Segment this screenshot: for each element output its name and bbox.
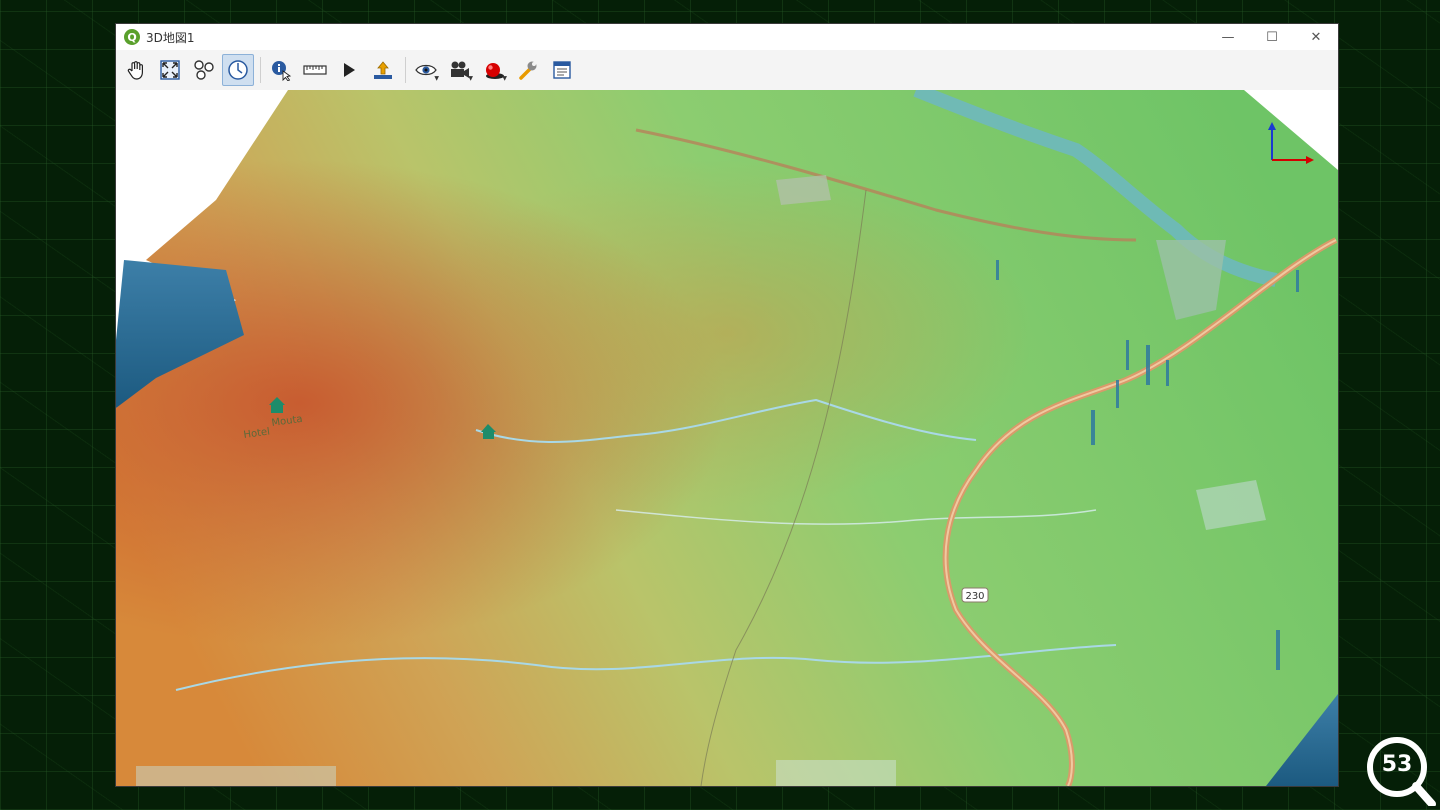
animation-button[interactable] xyxy=(333,54,365,86)
identify-graph-button[interactable] xyxy=(188,54,220,86)
3d-map-canvas[interactable]: Hotel Mouta 230 xyxy=(116,90,1338,786)
zoom-full-icon xyxy=(160,60,180,80)
channel-badge: 53 xyxy=(1364,734,1436,808)
pan-button[interactable] xyxy=(120,54,152,86)
qgis-logo-icon: Q xyxy=(124,29,140,45)
layout-icon xyxy=(553,61,571,79)
wrench-icon xyxy=(519,61,537,80)
route-shield: 230 xyxy=(961,587,989,603)
svg-text:230: 230 xyxy=(965,591,984,602)
toolbar-separator xyxy=(405,57,406,83)
view-menu-button[interactable]: ▼ xyxy=(410,54,442,86)
terrain-scene: Hotel Mouta 230 xyxy=(116,90,1338,786)
toolbar-separator xyxy=(260,57,261,83)
info-cursor-icon xyxy=(272,61,292,81)
options-button[interactable] xyxy=(512,54,544,86)
measure-button[interactable] xyxy=(299,54,331,86)
camera-menu-button[interactable]: ▼ xyxy=(444,54,476,86)
ruler-icon xyxy=(303,65,327,75)
chevron-down-icon: ▼ xyxy=(434,75,439,82)
window-controls: — ☐ ✕ xyxy=(1206,24,1338,50)
camera-control-button[interactable] xyxy=(222,54,254,86)
compass-icon xyxy=(228,60,248,80)
layout-button[interactable] xyxy=(546,54,578,86)
effects-menu-button[interactable]: ▼ xyxy=(478,54,510,86)
title-bar: Q 3D地図1 — ☐ ✕ xyxy=(116,24,1338,50)
identify-button[interactable] xyxy=(265,54,297,86)
chevron-down-icon: ▼ xyxy=(502,75,507,82)
minimize-button[interactable]: — xyxy=(1206,24,1250,50)
close-button[interactable]: ✕ xyxy=(1294,24,1338,50)
3d-toolbar: ▼ ▼ ▼ xyxy=(116,50,1338,90)
play-icon xyxy=(344,63,355,77)
hand-icon xyxy=(127,61,143,80)
maximize-button[interactable]: ☐ xyxy=(1250,24,1294,50)
zoom-full-button[interactable] xyxy=(154,54,186,86)
nodes-icon xyxy=(194,60,214,80)
3d-map-window: Q 3D地図1 — ☐ ✕ ▼ ▼ ▼ Hotel Mouta 230 xyxy=(116,24,1338,786)
export-button[interactable] xyxy=(367,54,399,86)
chevron-down-icon: ▼ xyxy=(468,75,473,82)
export-upload-icon xyxy=(374,61,392,79)
channel-number: 53 xyxy=(1381,752,1413,777)
window-title: 3D地図1 xyxy=(146,30,195,45)
